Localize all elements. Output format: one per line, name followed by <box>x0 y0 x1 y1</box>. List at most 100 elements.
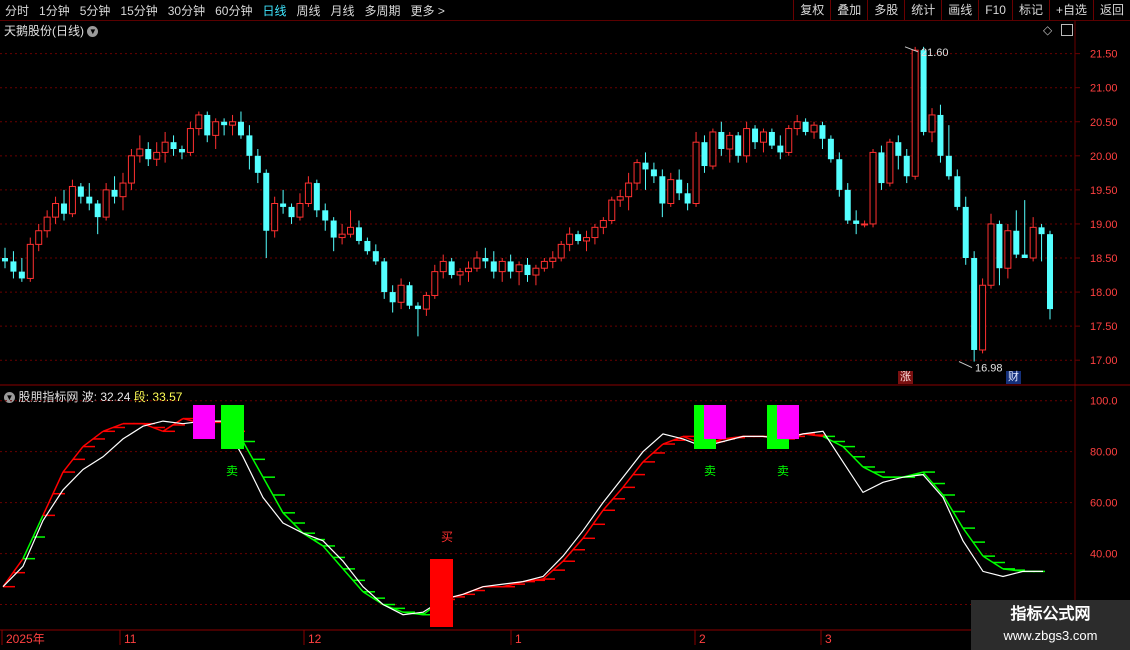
candle-body <box>869 151 877 225</box>
candle <box>954 169 961 211</box>
candle-body <box>996 223 1003 269</box>
candle <box>145 142 152 167</box>
candle <box>280 189 287 214</box>
candle-body <box>895 142 902 156</box>
candle-body <box>1029 226 1037 259</box>
candle-body <box>777 145 784 153</box>
candle-body <box>456 271 464 276</box>
candle-body <box>448 261 455 276</box>
candle <box>1047 230 1053 320</box>
candle <box>161 131 169 163</box>
candle <box>10 251 17 279</box>
candle-body <box>465 267 473 273</box>
candle <box>903 149 910 184</box>
candle-body <box>86 196 93 204</box>
sell-signal-magenta-block <box>777 405 799 439</box>
candle-body <box>642 162 649 170</box>
candle-body <box>389 292 396 303</box>
candle <box>819 121 826 149</box>
candle-body <box>911 49 919 177</box>
candle <box>52 196 60 224</box>
candle-body <box>102 189 110 218</box>
candle-body <box>625 182 633 198</box>
candle-body <box>692 141 700 204</box>
candle-body <box>60 203 67 214</box>
candle <box>979 278 987 354</box>
candle <box>431 264 439 299</box>
candle <box>642 152 649 190</box>
candle <box>68 179 76 218</box>
low-label: 16.98 <box>975 363 1003 375</box>
sell-signal-magenta-block <box>193 405 215 439</box>
sell-label: 卖 <box>704 464 716 478</box>
candle-body <box>954 176 961 207</box>
sell-signal-green-block <box>221 405 244 449</box>
cai-badge[interactable]: 财 <box>1006 371 1021 384</box>
candle-body <box>263 172 270 231</box>
candle <box>878 145 885 190</box>
candle-body <box>145 149 152 160</box>
candle-body <box>313 183 320 211</box>
candle <box>465 261 473 282</box>
candle-body <box>928 114 936 133</box>
candle-body <box>608 199 616 222</box>
candle <box>945 125 952 180</box>
price-tick-label: 20.50 <box>1090 117 1118 129</box>
candle-body <box>540 260 548 269</box>
buy-label: 买 <box>441 530 453 544</box>
candle-body <box>355 227 362 241</box>
candle-body <box>136 148 144 157</box>
candle <box>414 302 421 337</box>
candle <box>633 159 641 190</box>
candle <box>490 251 497 279</box>
chart-canvas[interactable]: 21.50 21.00 20.50 20.00 19.50 19.00 18.50 18.00… <box>0 0 1130 650</box>
zhang-badge[interactable]: 涨 <box>898 371 913 384</box>
candle-body <box>718 131 725 149</box>
candle-body <box>659 176 666 204</box>
candle <box>221 118 228 136</box>
candle-body <box>726 134 734 150</box>
candle <box>322 203 329 231</box>
candle-body <box>381 261 388 293</box>
candle <box>136 135 144 163</box>
candle <box>304 176 312 207</box>
candle-body <box>35 230 43 245</box>
candle-body <box>280 203 287 207</box>
candle-body <box>338 233 346 239</box>
candle-body <box>439 260 447 273</box>
candle <box>650 162 657 184</box>
candle-body <box>743 128 751 157</box>
candle <box>482 247 489 269</box>
candle-body <box>482 258 489 262</box>
candle <box>743 121 751 163</box>
candle-body <box>77 186 84 197</box>
xaxis-label: 2 <box>699 632 706 646</box>
candle-body <box>18 271 25 279</box>
candle <box>625 172 633 211</box>
candle-body <box>330 220 337 238</box>
watermark-url: www.zbgs3.com <box>1003 628 1098 643</box>
candle <box>895 135 902 170</box>
candle-body <box>473 257 481 269</box>
candle-body <box>1047 234 1053 310</box>
candle <box>684 183 691 211</box>
indicator-tick-label: 100.0 <box>1090 396 1118 408</box>
candle-body <box>810 124 818 133</box>
price-tick-label: 21.50 <box>1090 49 1118 61</box>
candle <box>35 223 43 252</box>
candle <box>381 258 388 299</box>
candle-body <box>886 141 894 184</box>
candle-body <box>591 226 599 239</box>
candle-body <box>94 203 101 218</box>
candle-body <box>962 206 969 258</box>
candle-body <box>288 206 295 218</box>
candle-body <box>566 233 574 245</box>
candle <box>127 149 135 190</box>
candle <box>372 244 379 265</box>
candle-body <box>701 142 708 167</box>
candle <box>263 169 270 258</box>
candle <box>777 135 784 160</box>
candle-body <box>735 135 742 156</box>
candle-body <box>979 284 987 351</box>
candle-body <box>127 155 135 184</box>
